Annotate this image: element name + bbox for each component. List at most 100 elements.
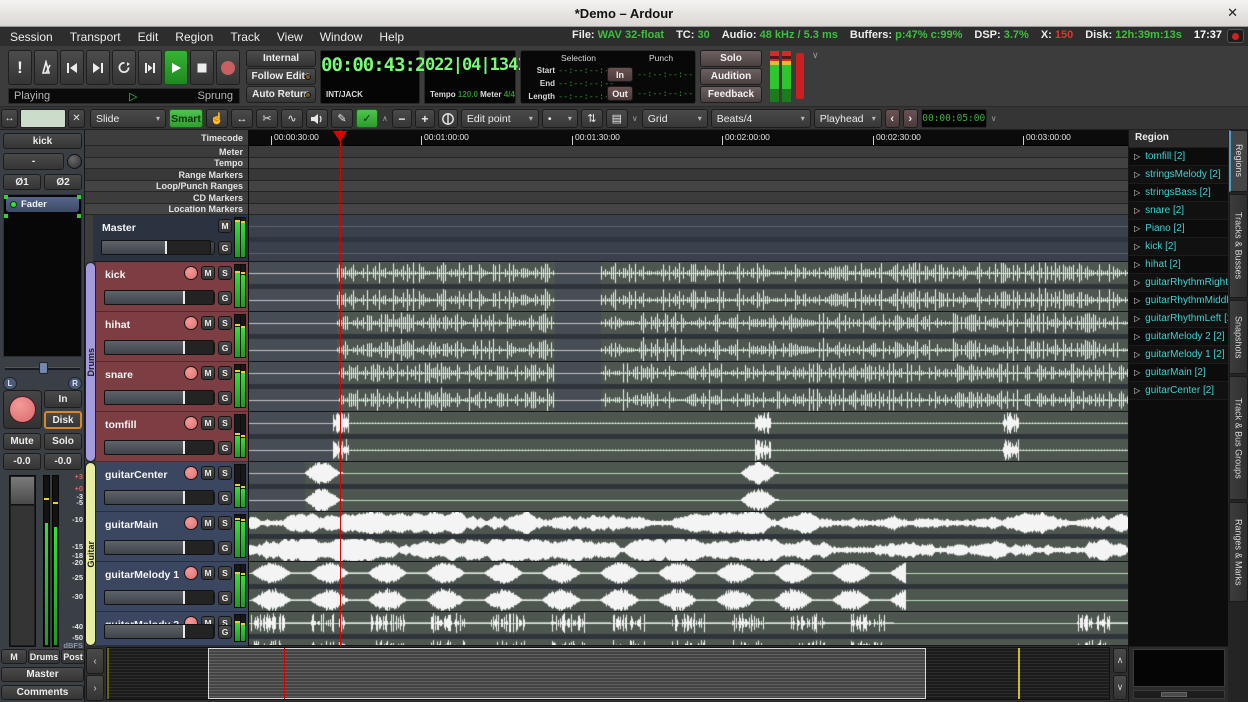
audition-button[interactable]: Audition	[700, 68, 762, 85]
summary-view-rectangle[interactable]	[208, 648, 926, 699]
stop-button[interactable]	[190, 50, 214, 85]
strip-tab-post[interactable]: Post	[61, 649, 85, 664]
track-fader[interactable]	[101, 240, 211, 255]
chevron-up-icon[interactable]: ∧	[381, 114, 389, 123]
track-m-button[interactable]: M	[218, 219, 232, 233]
track-height-expand-button[interactable]: ▤	[606, 109, 628, 128]
track-s-button[interactable]: S	[218, 566, 232, 580]
track-lane-snare[interactable]	[249, 362, 1128, 412]
follow-edits-button[interactable]: Follow Edits	[246, 68, 316, 85]
chevron-down-icon[interactable]: ∨	[631, 114, 639, 123]
chevron-down-icon[interactable]: ∨	[990, 114, 998, 123]
ruler-row[interactable]	[249, 192, 1128, 204]
zoom-fit-button[interactable]	[438, 109, 458, 128]
track-g-button[interactable]: G	[218, 591, 232, 605]
strip-tab-m[interactable]: M	[1, 649, 27, 664]
fader-processor-entry[interactable]: Fader	[6, 197, 79, 212]
playhead-line[interactable]	[340, 130, 341, 646]
disk-button[interactable]: Disk	[44, 411, 82, 429]
region-list-item[interactable]: ▷tomfill [2]	[1129, 148, 1228, 166]
record-button[interactable]	[216, 50, 240, 85]
expand-triangle-icon[interactable]: ▷	[1129, 170, 1145, 179]
expand-triangle-icon[interactable]: ▷	[1129, 314, 1145, 323]
expand-triangle-icon[interactable]: ▷	[1129, 368, 1145, 377]
track-s-button[interactable]: S	[218, 516, 232, 530]
menu-item-track[interactable]: Track	[230, 30, 260, 44]
midi-panic-button[interactable]: !	[8, 50, 32, 85]
zoom-out-button[interactable]: −	[392, 109, 412, 128]
processor-led-icon[interactable]	[10, 201, 17, 208]
expand-triangle-icon[interactable]: ▷	[1129, 350, 1145, 359]
grab-tool-button[interactable]: ☝	[206, 109, 228, 128]
loop-button[interactable]	[112, 50, 136, 85]
comments-button[interactable]: Comments	[1, 685, 84, 700]
track-lane-guitarcenter[interactable]	[249, 462, 1128, 512]
ruler-label-timecode[interactable]: Timecode	[85, 130, 248, 146]
track-record-arm-button[interactable]	[184, 316, 198, 330]
track-m-button[interactable]: M	[201, 266, 215, 280]
trim-knob[interactable]	[67, 154, 82, 169]
summary-scroll-down-button[interactable]: ∨	[1113, 675, 1127, 700]
track-g-button[interactable]: G	[218, 241, 232, 255]
input-button[interactable]: In	[44, 390, 82, 408]
track-m-button[interactable]: M	[201, 566, 215, 580]
side-tab-regions[interactable]: Regions	[1229, 130, 1248, 192]
menu-item-view[interactable]: View	[277, 30, 303, 44]
gain-display[interactable]: -0.0	[3, 453, 41, 470]
track-m-button[interactable]: M	[201, 416, 215, 430]
track-lane-tomfill[interactable]	[249, 412, 1128, 462]
solo-button[interactable]: Solo	[700, 50, 762, 67]
region-list-item[interactable]: ▷guitarMelody 1 [2]	[1129, 346, 1228, 364]
session-summary[interactable]	[106, 647, 1110, 700]
track-fader[interactable]	[104, 624, 214, 639]
play-range-button[interactable]	[138, 50, 162, 85]
note-length-dropdown[interactable]: •▾	[542, 109, 578, 128]
strip-trim-button[interactable]: -	[3, 153, 64, 170]
menu-item-transport[interactable]: Transport	[70, 30, 121, 44]
track-lane-guitarmain[interactable]	[249, 512, 1128, 562]
audition-tool-button[interactable]	[306, 109, 328, 128]
track-m-button[interactable]: M	[201, 516, 215, 530]
menu-item-help[interactable]: Help	[379, 30, 404, 44]
region-list-item[interactable]: ▷snare [2]	[1129, 202, 1228, 220]
feedback-button[interactable]: Feedback	[700, 86, 762, 103]
ruler-row[interactable]	[249, 169, 1128, 181]
pan-thumb[interactable]	[39, 362, 48, 374]
internal-edit-tool-button[interactable]: ✓	[356, 109, 378, 128]
ruler-row[interactable]	[249, 158, 1128, 169]
expand-triangle-icon[interactable]: ▷	[1129, 278, 1145, 287]
region-list-item[interactable]: ▷stringsBass [2]	[1129, 184, 1228, 202]
invert-1-button[interactable]: Ø1	[3, 174, 41, 190]
region-list-item[interactable]: ▷guitarRhythmLeft [2]	[1129, 310, 1228, 328]
titlebar[interactable]: *Demo – Ardour ✕	[0, 0, 1248, 27]
peak-display[interactable]: -0.0	[44, 453, 82, 470]
track-fader[interactable]	[104, 290, 214, 305]
strip-close-button[interactable]: ✕	[68, 109, 85, 128]
track-header-guitarcenter[interactable]: guitarCenterMSPAG	[96, 462, 248, 512]
zoom-focus-dropdown[interactable]: Playhead▾	[814, 109, 882, 128]
cut-tool-button[interactable]: ✂	[256, 109, 278, 128]
punch-out-button[interactable]: Out	[607, 86, 633, 101]
grid-unit-dropdown[interactable]: Beats/4▾	[711, 109, 811, 128]
stretch-tool-button[interactable]: ∿	[281, 109, 303, 128]
pan-slider[interactable]	[3, 360, 82, 376]
side-tab-snapshots[interactable]: Snapshots	[1229, 300, 1248, 374]
solo-button[interactable]: Solo	[44, 433, 82, 450]
ruler-label-loop-punch-ranges[interactable]: Loop/Punch Ranges	[85, 181, 248, 192]
region-list-item[interactable]: ▷guitarMain [2]	[1129, 364, 1228, 382]
auto-return-button[interactable]: Auto Return	[246, 86, 316, 103]
strip-track-name-button[interactable]: kick	[3, 133, 82, 149]
track-g-button[interactable]: G	[218, 491, 232, 505]
gain-fader-handle[interactable]	[11, 477, 34, 505]
strip-name-input[interactable]	[20, 109, 66, 128]
scrollbar-thumb[interactable]	[1161, 692, 1187, 697]
track-g-button[interactable]: G	[218, 441, 232, 455]
expand-triangle-icon[interactable]: ▷	[1129, 188, 1145, 197]
zoom-in-button[interactable]: +	[415, 109, 435, 128]
summary-scroll-right-button[interactable]: ›	[86, 675, 104, 701]
track-height-shrink-button[interactable]: ⇅	[581, 109, 603, 128]
menu-item-session[interactable]: Session	[10, 30, 53, 44]
track-record-arm-button[interactable]	[184, 566, 198, 580]
track-record-arm-button[interactable]	[184, 416, 198, 430]
edit-mode-dropdown[interactable]: Slide▾	[90, 109, 166, 128]
